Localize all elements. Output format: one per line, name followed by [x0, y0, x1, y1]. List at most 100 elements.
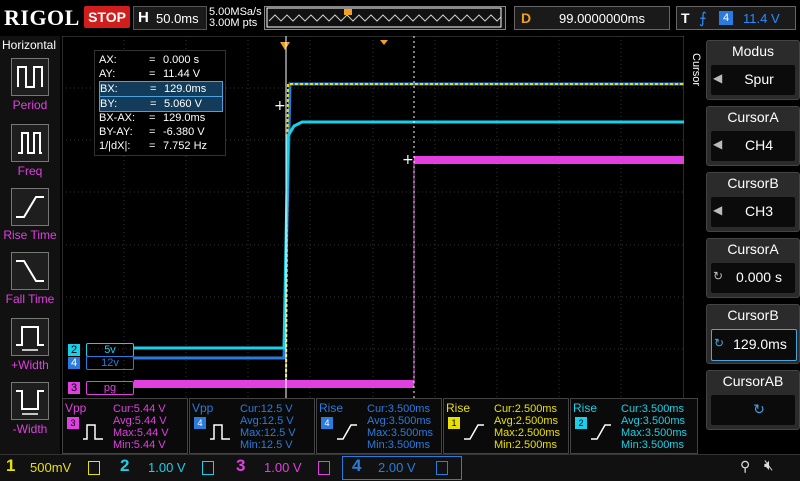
rise-time-icon	[591, 424, 611, 440]
ch4-tag-label[interactable]: 12v	[86, 356, 134, 370]
timebase-value: 50.0ms	[156, 11, 199, 26]
vpp-icon	[83, 424, 103, 440]
ch4-number[interactable]: 4	[352, 456, 361, 476]
arrow-left-icon: ◀	[713, 71, 723, 85]
arrow-left-icon: ◀	[713, 203, 723, 217]
measure-label: Period	[12, 98, 48, 112]
measurement-max: Max:12.5 V	[240, 427, 296, 439]
timebase-box[interactable]: H 50.0ms	[133, 6, 207, 30]
measurement-avg: Avg:12.5 V	[240, 415, 294, 427]
menu-value-box[interactable]: ◀ Spur	[711, 65, 795, 95]
ch2-tag-label[interactable]: 5v	[86, 343, 134, 357]
measurement-max: Max:5.44 V	[113, 427, 169, 439]
ch3-waveform-low	[134, 380, 414, 388]
ch3-number[interactable]: 3	[236, 456, 245, 476]
menu-side-title: Cursor	[690, 53, 702, 87]
measurement-name: Rise	[319, 401, 344, 415]
cursor-row: BX-AX: = 129.0ms	[99, 112, 206, 124]
measure-label: Fall Time	[5, 292, 55, 306]
menu-value-box[interactable]: ◀ CH4	[711, 131, 795, 161]
rotate-knob-icon: ↻	[753, 401, 765, 417]
run-stop-status[interactable]: STOP	[84, 6, 130, 28]
cursor-a-crosshair: +	[274, 98, 286, 114]
menu-cursor-b-source[interactable]: CursorB ◀ CH3	[706, 172, 800, 232]
measurement-cur: Cur:2.500ms	[494, 403, 557, 415]
menu-cursor-b-position[interactable]: CursorB ↻ 129.0ms	[706, 304, 800, 364]
timebase-letter: H	[138, 9, 149, 26]
menu-cursor-ab[interactable]: CursorAB ↻	[706, 370, 800, 430]
menu-cursor-a-position[interactable]: CursorA ↻ 0.000 s	[706, 238, 800, 298]
measurement-cell[interactable]: Rise 2 Cur:3.500ms Avg:3.500ms Max:3.500…	[570, 398, 698, 454]
measure-label: Freq	[17, 164, 43, 178]
measure-negative-width-button[interactable]: -Width	[0, 382, 60, 436]
measurement-min: Min:2.500ms	[494, 439, 557, 451]
memory-depth: 3.00M pts	[209, 17, 258, 29]
memory-overview-bar[interactable]	[264, 6, 506, 30]
menu-value-box[interactable]: ◀ CH3	[711, 197, 795, 227]
measurement-avg: Avg:5.44 V	[113, 415, 167, 427]
measurement-cur: Cur:12.5 V	[240, 403, 293, 415]
delay-letter: D	[521, 10, 532, 26]
menu-value-box[interactable]: ↻ 0.000 s	[711, 263, 795, 293]
measurement-cell[interactable]: Rise 1 Cur:2.500ms Avg:2.500ms Max:2.500…	[443, 398, 569, 454]
menu-value: 129.0ms	[733, 336, 787, 352]
delay-box[interactable]: D 99.0000000ms	[514, 6, 670, 30]
cursor-row: AX: = 0.000 s	[99, 54, 200, 66]
horizontal-measure-panel: Horizontal Period Freq Rise Time Fall Ti…	[0, 36, 60, 454]
measurement-source: 1	[448, 417, 460, 429]
menu-mode[interactable]: Modus ◀ Spur	[706, 40, 800, 100]
ch2-number[interactable]: 2	[120, 456, 129, 476]
ch3-tag-label[interactable]: pg	[86, 381, 134, 395]
ch3-waveform-high	[414, 156, 684, 164]
measurement-avg: Avg:2.500ms	[494, 415, 559, 427]
ch2-scale[interactable]: 1.00 V	[148, 458, 186, 478]
speaker-mute-icon[interactable]: 🔇︎	[764, 457, 773, 474]
menu-title: CursorB	[727, 307, 779, 323]
measurement-bar: Vpp 3 Cur:5.44 V Avg:5.44 V Max:5.44 V M…	[62, 398, 698, 454]
measure-rise-time-button[interactable]: Rise Time	[0, 188, 60, 242]
menu-value: CH4	[744, 137, 773, 153]
measure-label: +Width	[11, 358, 49, 372]
negative-width-icon	[11, 382, 49, 420]
ch2-coupling-icon	[202, 461, 214, 475]
measurement-cell[interactable]: Vpp 3 Cur:5.44 V Avg:5.44 V Max:5.44 V M…	[62, 398, 188, 454]
menu-value-box-selected[interactable]: ↻ 129.0ms	[711, 329, 797, 361]
ch1-coupling-icon	[88, 461, 100, 475]
ch3-scale[interactable]: 1.00 V	[264, 458, 302, 478]
menu-value: CH3	[744, 203, 773, 219]
menu-title: CursorA	[727, 109, 779, 125]
measure-positive-width-button[interactable]: +Width	[0, 318, 60, 372]
measurement-source: 4	[321, 417, 333, 429]
rise-time-icon	[464, 424, 484, 440]
menu-title: CursorA	[727, 241, 779, 257]
measure-fall-time-button[interactable]: Fall Time	[0, 252, 60, 306]
ch4-scale[interactable]: 2.00 V	[378, 458, 416, 478]
brand-logo: RIGOL	[4, 5, 80, 30]
rotate-knob-icon: ↻	[713, 269, 724, 283]
menu-value-box[interactable]: ↻	[711, 395, 795, 425]
rising-edge-icon: ⨍	[699, 10, 707, 27]
cursor-b-crosshair: +	[402, 152, 414, 168]
ch4-coupling-icon	[436, 461, 448, 475]
measurement-min: Min:12.5 V	[240, 439, 293, 451]
measure-period-button[interactable]: Period	[0, 58, 60, 112]
cursor-row-bx: BX: = 129.0ms	[99, 81, 223, 97]
menu-cursor-a-source[interactable]: CursorA ◀ CH4	[706, 106, 800, 166]
measurement-source: 2	[575, 417, 587, 429]
trigger-box[interactable]: T ⨍ 4 11.4 V	[676, 6, 796, 30]
measurement-cell[interactable]: Vpp 4 Cur:12.5 V Avg:12.5 V Max:12.5 V M…	[189, 398, 315, 454]
menu-value: Spur	[744, 71, 774, 87]
ch4-tag-number: 4	[68, 357, 80, 369]
rotate-knob-icon: ↻	[714, 336, 725, 350]
ch1-number[interactable]: 1	[6, 456, 15, 476]
measurement-cur: Cur:5.44 V	[113, 403, 166, 415]
measurement-name: Rise	[573, 401, 598, 415]
rise-time-icon	[11, 188, 49, 226]
measure-label: -Width	[12, 422, 48, 436]
waveform-overview-icon	[266, 7, 502, 28]
ch3-tag-number: 3	[68, 382, 80, 394]
ch1-scale[interactable]: 500mV	[30, 458, 71, 478]
measure-freq-button[interactable]: Freq	[0, 124, 60, 178]
measurement-cell[interactable]: Rise 4 Cur:3.500ms Avg:3.500ms Max:3.500…	[316, 398, 442, 454]
trigger-level: 11.4 V	[743, 11, 780, 26]
